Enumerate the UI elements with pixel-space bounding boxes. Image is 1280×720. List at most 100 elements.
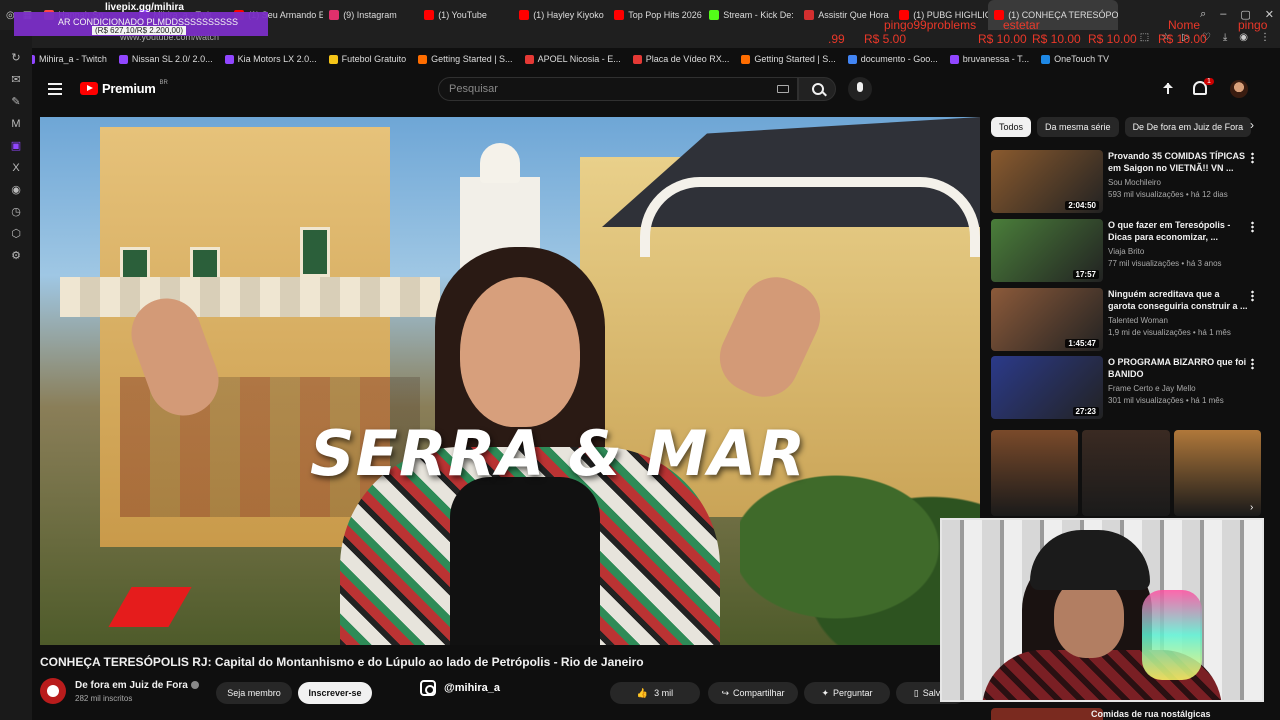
settings-icon[interactable]: ⚙ (10, 250, 22, 262)
share-icon: ↪ (721, 687, 729, 698)
recommendation-thumbnail[interactable]: 1:45:47 (991, 288, 1103, 351)
short-thumbnail[interactable] (1173, 430, 1261, 516)
recommendation-title[interactable]: Provando 35 COMIDAS TÍPICAS em Saigon no… (1108, 150, 1248, 174)
bookmark-item[interactable]: OneTouch TV (1041, 54, 1109, 64)
tab-label: Stream - Kick De: (723, 10, 794, 20)
avatar[interactable] (1230, 80, 1248, 98)
bookmark-item[interactable]: Mihira_a - Twitch (26, 54, 107, 64)
donation-ticker-overlay: .99 R$ 5.00 pingo99problems estetar R$ 10.00… (828, 14, 1278, 50)
recommendation-channel[interactable]: Talented Woman (1108, 316, 1168, 325)
history-icon[interactable]: ↻ (10, 52, 22, 64)
donation-goal-amount: (R$ 627,10/R$ 2.200,00) (92, 26, 187, 35)
short-thumbnail[interactable] (1082, 430, 1170, 516)
tab-favicon-icon (804, 10, 815, 20)
search-input[interactable] (439, 78, 739, 100)
browser-sidebar: ↻ ✉ ✎ M ▣ X ◉ ◷ ⬡ ⚙ (0, 30, 32, 720)
x-icon[interactable]: X (10, 162, 22, 174)
bookmark-item[interactable]: bruvanessa - T... (949, 54, 1030, 64)
recommendation-thumbnail[interactable]: 27:23 (991, 356, 1103, 419)
m-app-icon[interactable]: M (10, 118, 22, 130)
video-player[interactable]: SERRA & MAR (40, 117, 980, 645)
recommendation-item[interactable]: 17:57 O que fazer em Teresópolis - Dicas … (991, 219, 1261, 283)
player-icon[interactable]: ◉ (10, 184, 22, 196)
like-button[interactable]: 👍 3 mil (610, 682, 700, 704)
bookmark-item[interactable]: Kia Motors LX 2.0... (224, 54, 317, 64)
bookmark-favicon-icon (949, 54, 959, 64)
microphone-icon[interactable] (848, 77, 872, 101)
pen-icon[interactable]: ✎ (10, 96, 22, 108)
join-button[interactable]: Seja membro (216, 682, 292, 704)
bookmark-icon: ▯ (913, 687, 919, 698)
clock-icon[interactable]: ◷ (10, 206, 22, 218)
recommendation-item[interactable]: 2:04:50 Provando 35 COMIDAS TÍPICAS em Sa… (991, 150, 1261, 214)
video-duration: 17:57 (1072, 270, 1099, 279)
cube-icon[interactable]: ⬡ (10, 228, 22, 240)
short-thumbnail[interactable] (991, 430, 1079, 516)
more-options-icon[interactable] (1251, 152, 1254, 164)
channel-name[interactable]: De fora em Juiz de Fora (75, 680, 199, 691)
recommendation-title[interactable]: O que fazer em Teresópolis - Dicas para … (1108, 219, 1248, 243)
bookmark-item[interactable]: Getting Started | S... (418, 54, 513, 64)
last-recommendation-title[interactable]: Comidas de rua nostálgicas (1091, 709, 1211, 719)
channel-name-text[interactable]: De fora em Juiz de Fora (75, 680, 188, 691)
more-options-icon[interactable] (1251, 221, 1254, 233)
recommendation-title[interactable]: O PROGRAMA BIZARRO que foi BANIDO (1108, 356, 1248, 380)
bookmark-item[interactable]: Nissan SL 2.0/ 2.0... (118, 54, 213, 64)
donation-ticker-text: pingo (1238, 18, 1268, 32)
browser-tab[interactable]: (9) Instagram (323, 0, 418, 30)
recommendation-title[interactable]: Ninguém acreditava que a garota consegui… (1108, 288, 1248, 312)
bookmark-favicon-icon (741, 54, 751, 64)
bookmark-item[interactable]: documento - Goo... (847, 54, 938, 64)
shorts-next-icon[interactable]: › (1250, 502, 1253, 513)
share-button[interactable]: ↪ Compartilhar (708, 682, 798, 704)
more-options-icon[interactable] (1251, 290, 1254, 302)
channel-avatar[interactable] (40, 678, 66, 704)
recommendation-item[interactable]: 1:45:47 Ninguém acreditava que a garota c… (991, 288, 1261, 352)
thumbs-up-icon: 👍 (636, 687, 649, 698)
subscribe-button[interactable]: Inscrever-se (298, 682, 372, 704)
recommendation-channel[interactable]: Sou Mochileiro (1108, 178, 1161, 187)
instagram-icon (420, 680, 436, 696)
upload-icon[interactable] (1160, 81, 1176, 97)
tab-favicon-icon (709, 10, 720, 20)
recommendation-item[interactable]: 27:23 O PROGRAMA BIZARRO que foi BANIDO Fr… (991, 356, 1261, 420)
bookmark-item[interactable]: Futebol Gratuito (328, 54, 406, 64)
bookmark-item[interactable]: Getting Started | S... (741, 54, 836, 64)
messenger-icon[interactable]: ✉ (10, 74, 22, 86)
browser-tab[interactable]: (1) YouTube (418, 0, 513, 30)
recommendation-channel[interactable]: Viaja Brito (1108, 247, 1144, 256)
filter-chip[interactable]: De De fora em Juiz de Fora (1124, 117, 1252, 137)
subscriber-count: 282 mil inscritos (75, 694, 133, 703)
browser-tab[interactable]: Stream - Kick De: (703, 0, 798, 30)
bookmark-item[interactable]: Placa de Vídeo RX... (632, 54, 730, 64)
bookmark-label: Placa de Vídeo RX... (645, 54, 730, 64)
filter-chip[interactable]: Todos (991, 117, 1032, 137)
chevron-right-icon[interactable]: › (1250, 118, 1254, 132)
recommendation-channel[interactable]: Frame Certo e Jay Mello (1108, 384, 1196, 393)
youtube-logo[interactable]: Premium BR (80, 80, 168, 96)
search-button[interactable] (798, 77, 836, 101)
donation-ticker-text: Nome (1168, 18, 1201, 32)
keyboard-icon[interactable] (777, 85, 789, 93)
browser-tab[interactable]: (1) Hayley Kiyoko (513, 0, 608, 30)
more-options-icon[interactable] (1251, 358, 1254, 370)
recommendation-thumbnail[interactable]: 17:57 (991, 219, 1103, 282)
twitch-icon[interactable]: ▣ (10, 140, 22, 152)
bookmark-item[interactable]: APOEL Nicosia - E... (524, 54, 621, 64)
recommendation-meta: 301 mil visualizações • há 1 mês (1108, 396, 1224, 405)
tab-label: (9) Instagram (343, 10, 397, 20)
hamburger-menu-icon[interactable] (48, 83, 62, 95)
ask-button[interactable]: ✦ Perguntar (804, 682, 890, 704)
instagram-handle: @mihira_a (444, 682, 500, 694)
recommendation-thumbnail[interactable]: 2:04:50 (991, 150, 1103, 213)
recommendation-meta: 1,9 mi de visualizações • há 1 mês (1108, 328, 1231, 337)
last-recommendation-thumbnail[interactable] (991, 708, 1103, 720)
bookmark-favicon-icon (524, 54, 534, 64)
bookmark-label: OneTouch TV (1054, 54, 1110, 64)
filter-chips: Todos Da mesma série De De fora em Juiz de… (991, 117, 1280, 137)
video-duration: 2:04:50 (1065, 201, 1099, 210)
bookmark-label: bruvanessa - T... (962, 54, 1030, 64)
filter-chip[interactable]: Da mesma série (1037, 117, 1119, 137)
browser-tab[interactable]: Top Pop Hits 2026 (608, 0, 703, 30)
ask-label: Perguntar (833, 688, 873, 698)
